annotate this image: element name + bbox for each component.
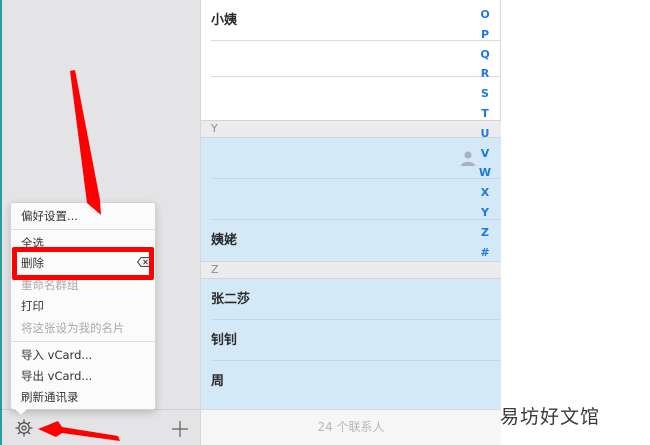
contact-row-selected[interactable]: 姨姥 — [201, 220, 501, 261]
contact-row-selected[interactable] — [201, 179, 501, 220]
sidebar-toolbar — [2, 409, 202, 445]
index-letter[interactable]: X — [474, 183, 496, 203]
contact-row-selected[interactable]: 钊钊 — [201, 320, 501, 361]
section-header-y: Y — [201, 120, 501, 138]
contact-count-bar: 24 个联系人 — [201, 409, 501, 445]
index-letter[interactable]: W — [474, 163, 496, 183]
contact-name: 姨姥 — [211, 233, 238, 248]
contact-name: 张二莎 — [211, 292, 251, 307]
contact-row[interactable] — [201, 36, 501, 104]
contact-list: 小姨 Y 姨姥 Z 张二莎 钊钊 周 24 个联系人 — [200, 0, 501, 445]
contact-name: 周 — [211, 374, 225, 389]
alphabet-index[interactable]: O P Q R S T U V W X Y Z # — [474, 5, 496, 262]
contact-name: 小姨 — [211, 13, 238, 28]
contact-row-selected[interactable]: 张二莎 — [201, 279, 501, 320]
section-header-z: Z — [201, 261, 501, 279]
index-letter[interactable]: R — [474, 64, 496, 84]
menu-item-preferences[interactable]: 偏好设置... — [21, 206, 78, 226]
gear-icon[interactable] — [14, 418, 34, 438]
index-letter[interactable]: Q — [474, 45, 496, 65]
annotation-highlight-box — [12, 247, 154, 280]
contact-row-selected[interactable]: 周 — [201, 361, 501, 409]
menu-item-set-my-card: 将这张设为我的名片 — [21, 321, 125, 335]
index-letter[interactable]: O — [474, 5, 496, 25]
index-letter[interactable]: Y — [474, 203, 496, 223]
index-letter[interactable]: V — [474, 144, 496, 164]
index-letter[interactable]: # — [474, 243, 496, 263]
contact-detail-pane — [501, 0, 650, 445]
menu-item-print[interactable]: 打印 — [21, 296, 44, 316]
contact-row[interactable] — [201, 77, 501, 120]
contact-name: 钊钊 — [211, 333, 238, 348]
menu-item-refresh[interactable]: 刷新通讯录 — [21, 387, 79, 407]
index-letter[interactable]: P — [474, 25, 496, 45]
menu-item-export-vcard[interactable]: 导出 vCard... — [21, 366, 92, 386]
watermark: 易坊好文馆 — [500, 406, 601, 428]
index-letter[interactable]: T — [474, 104, 496, 124]
contact-row[interactable]: 小姨 — [201, 0, 501, 41]
index-letter[interactable]: U — [474, 124, 496, 144]
contact-row-selected[interactable] — [201, 138, 501, 179]
menu-pointer — [14, 408, 28, 415]
menu-item-import-vcard[interactable]: 导入 vCard... — [21, 345, 92, 365]
contact-count: 24 个联系人 — [317, 420, 385, 434]
index-letter[interactable]: S — [474, 84, 496, 104]
plus-icon[interactable] — [170, 419, 190, 439]
settings-context-menu: 偏好设置... 全选 删除 重命名群组 打印 将这张设为我的名片 导入 vCar… — [10, 202, 156, 410]
index-letter[interactable]: Z — [474, 223, 496, 243]
